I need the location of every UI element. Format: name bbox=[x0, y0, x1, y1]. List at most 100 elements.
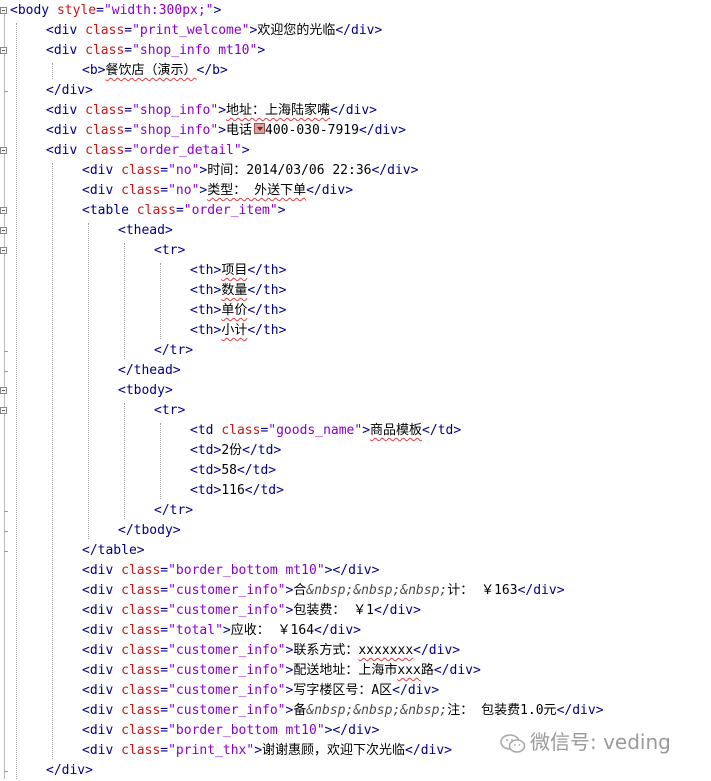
code-token: &nbsp;&nbsp;&nbsp; bbox=[306, 703, 448, 718]
code-token: "no" bbox=[168, 163, 200, 178]
code-line[interactable]: <div class="customer_info">合&nbsp;&nbsp;… bbox=[82, 581, 565, 601]
fold-toggle-icon[interactable] bbox=[0, 407, 7, 414]
code-line[interactable]: <div class="customer_info">备&nbsp;&nbsp;… bbox=[82, 701, 604, 721]
code-token: = bbox=[124, 103, 133, 118]
code-line[interactable]: </tbody> bbox=[118, 521, 181, 541]
indent-guide bbox=[160, 423, 161, 499]
code-line[interactable]: <th>单价</th> bbox=[190, 301, 286, 321]
code-line[interactable]: <div class="print_thx">谢谢惠顾，欢迎下次光临</div> bbox=[82, 741, 452, 761]
indent-guide bbox=[88, 223, 89, 539]
code-token: > bbox=[218, 123, 227, 138]
code-token: <td bbox=[190, 423, 222, 438]
code-token: "shop_info" bbox=[132, 123, 219, 138]
code-token: <div bbox=[82, 183, 122, 198]
code-line[interactable]: <div class="no">类型： 外送下单</div> bbox=[82, 181, 353, 201]
indent-guide bbox=[16, 23, 17, 779]
code-line[interactable]: </tr> bbox=[154, 501, 193, 521]
code-token: <div bbox=[46, 103, 86, 118]
code-line[interactable]: <tr> bbox=[154, 401, 185, 421]
code-token: <tr> bbox=[154, 403, 186, 418]
fold-toggle-icon[interactable] bbox=[0, 47, 7, 54]
code-token: = bbox=[160, 183, 169, 198]
indent-guide bbox=[160, 263, 161, 339]
code-token: <td> bbox=[190, 483, 222, 498]
code-token: = bbox=[160, 723, 169, 738]
code-line[interactable]: <th>小计</th> bbox=[190, 321, 286, 341]
code-token: "customer_info" bbox=[168, 643, 286, 658]
code-line[interactable]: </thead> bbox=[118, 361, 181, 381]
code-token: class bbox=[121, 663, 161, 678]
code-token: <div bbox=[46, 123, 86, 138]
code-line[interactable]: <div class="border_bottom mt10"></div> bbox=[82, 561, 379, 581]
code-token: "customer_info" bbox=[168, 663, 286, 678]
code-token: class bbox=[121, 163, 161, 178]
code-token: <div bbox=[82, 663, 122, 678]
code-token: </div> bbox=[392, 683, 440, 698]
code-token: "customer_info" bbox=[168, 603, 286, 618]
code-token: > bbox=[362, 423, 371, 438]
code-line[interactable]: <div class="print_welcome">欢迎您的光临</div> bbox=[46, 21, 382, 41]
code-line[interactable]: <thead> bbox=[118, 221, 173, 241]
code-token: </th> bbox=[247, 323, 287, 338]
code-token: "shop_info" bbox=[132, 103, 219, 118]
code-token: <table bbox=[82, 203, 137, 218]
code-line[interactable]: <tr> bbox=[154, 241, 185, 261]
code-line[interactable]: <div class="shop_info mt10"> bbox=[46, 41, 265, 61]
code-line[interactable]: <th>数量</th> bbox=[190, 281, 286, 301]
fold-toggle-icon[interactable] bbox=[0, 227, 7, 234]
code-token: 地址：上海陆家嘴 bbox=[226, 103, 331, 118]
code-token: style bbox=[56, 3, 97, 18]
code-token: </div> bbox=[330, 103, 378, 118]
code-token: "customer_info" bbox=[168, 583, 286, 598]
code-token: 类型： 外送下单 bbox=[207, 183, 307, 198]
code-line[interactable]: <div class="shop_info">地址：上海陆家嘴</div> bbox=[46, 101, 377, 121]
fold-toggle-icon[interactable] bbox=[0, 207, 7, 214]
fold-end-marker bbox=[4, 371, 8, 372]
code-token: 包装费： ￥1 bbox=[293, 603, 374, 618]
code-line[interactable]: <div class="customer_info">包装费： ￥1</div> bbox=[82, 601, 421, 621]
code-line[interactable]: <td class="goods_name">商品模板</td> bbox=[190, 421, 461, 441]
code-line[interactable]: <div class="total">应收： ￥164</div> bbox=[82, 621, 361, 641]
code-token: <div bbox=[46, 143, 86, 158]
code-line[interactable]: <table class="order_item"> bbox=[82, 201, 286, 221]
code-line[interactable]: <div class="customer_info">配送地址：上海市xxx路<… bbox=[82, 661, 481, 681]
code-line[interactable]: <body style="width:300px;"> bbox=[10, 1, 221, 21]
code-line[interactable]: </tr> bbox=[154, 341, 193, 361]
code-line[interactable]: </div> bbox=[46, 81, 93, 101]
code-token: class bbox=[85, 43, 125, 58]
code-token: 单价 bbox=[221, 303, 248, 318]
code-token: </div> bbox=[556, 703, 604, 718]
code-editor[interactable]: <body style="width:300px;"> <div class="p… bbox=[0, 0, 711, 779]
code-line[interactable]: <div class="customer_info">联系方式：xxxxxxx<… bbox=[82, 641, 460, 661]
code-line[interactable]: <td>116</td> bbox=[190, 481, 284, 501]
code-line[interactable]: <tbody> bbox=[118, 381, 173, 401]
code-token: <tr> bbox=[154, 243, 186, 258]
code-line[interactable]: </div> bbox=[46, 761, 93, 781]
code-token: 联系方式： bbox=[293, 643, 359, 658]
code-token: 小计 bbox=[221, 323, 248, 338]
code-line[interactable]: <b>餐饮店（演示）</b> bbox=[82, 61, 228, 81]
code-line[interactable]: <div class="customer_info">写字楼区号：A区</div… bbox=[82, 681, 439, 701]
fold-toggle-icon[interactable] bbox=[0, 147, 7, 154]
code-token: 应收： ￥164 bbox=[230, 623, 315, 638]
indent-guide bbox=[124, 243, 125, 359]
code-line[interactable]: <div class="order_detail"> bbox=[46, 141, 250, 161]
fold-toggle-icon[interactable] bbox=[0, 387, 7, 394]
code-line[interactable]: <td>2份</td> bbox=[190, 441, 281, 461]
code-token: = bbox=[160, 623, 169, 638]
code-token: "border_bottom mt10" bbox=[168, 563, 325, 578]
code-token: > bbox=[222, 623, 231, 638]
code-line[interactable]: </table> bbox=[82, 541, 145, 561]
code-line[interactable]: <div class="no">时间：2014/03/06 22:36</div… bbox=[82, 161, 418, 181]
code-line[interactable]: <div class="shop_info">电话：400-030-7919</… bbox=[46, 121, 406, 141]
fold-toggle-icon[interactable] bbox=[0, 7, 7, 14]
code-line[interactable]: <td>58</td> bbox=[190, 461, 276, 481]
code-line[interactable]: <th>项目</th> bbox=[190, 261, 286, 281]
code-token: = bbox=[124, 143, 133, 158]
code-line[interactable]: <div class="border_bottom mt10"></div> bbox=[82, 721, 379, 741]
fold-end-marker bbox=[4, 531, 8, 532]
code-token: = bbox=[160, 583, 169, 598]
code-token: <div bbox=[82, 643, 122, 658]
code-token: <div bbox=[82, 683, 122, 698]
fold-toggle-icon[interactable] bbox=[0, 247, 7, 254]
